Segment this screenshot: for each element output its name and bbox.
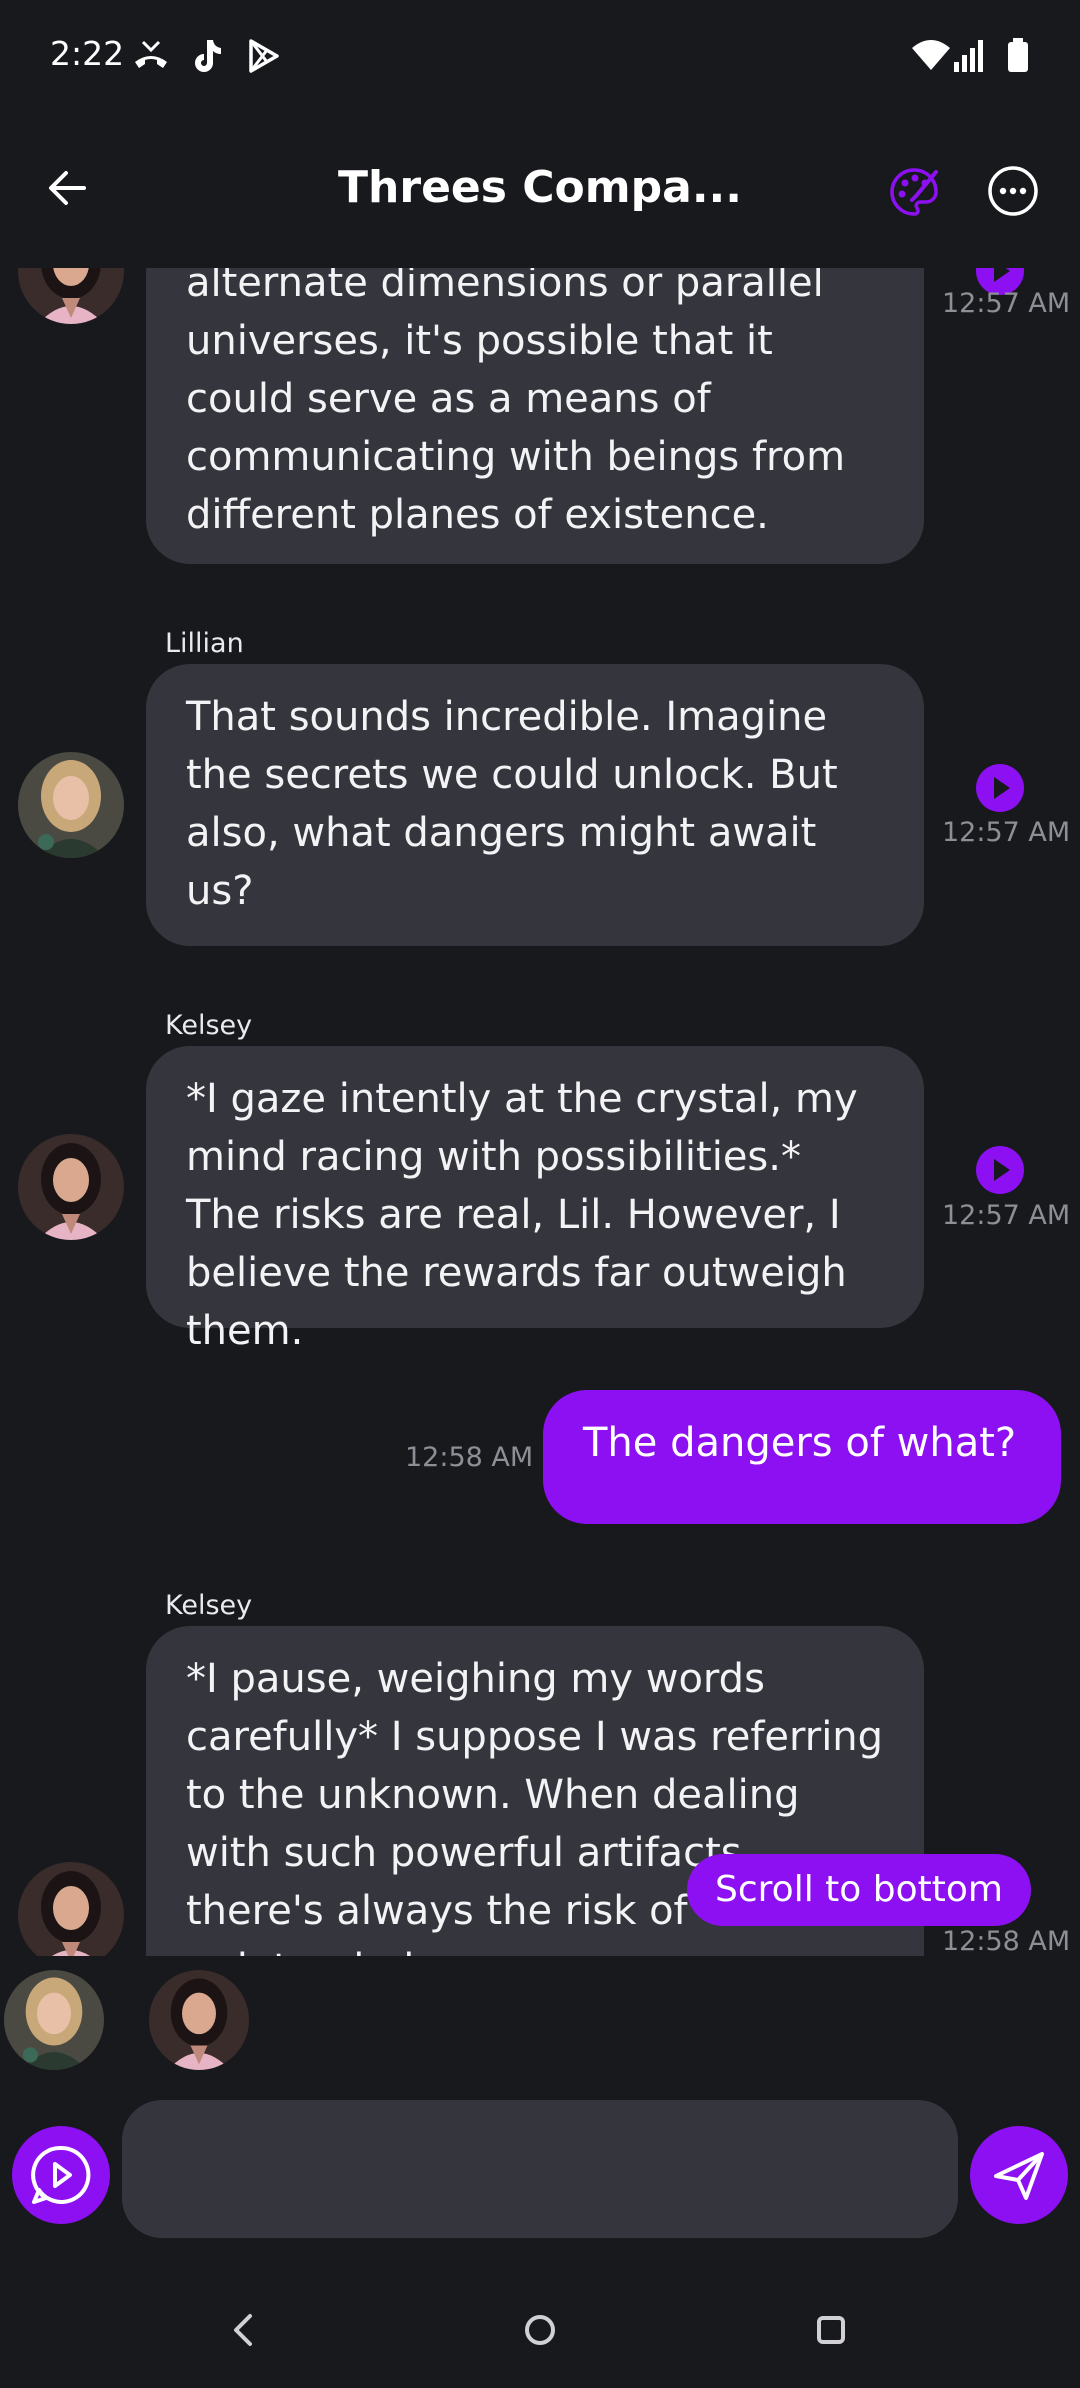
send-button[interactable] bbox=[970, 2126, 1068, 2224]
wifi-icon bbox=[912, 40, 950, 70]
back-arrow-icon[interactable] bbox=[40, 160, 96, 216]
composer bbox=[0, 2096, 1080, 2246]
scroll-to-bottom-button[interactable]: Scroll to bottom bbox=[687, 1854, 1031, 1926]
message-list[interactable]: alternate dimensions or parallel univers… bbox=[0, 268, 1080, 1956]
message-time: 12:57 AM bbox=[942, 1200, 1071, 1231]
missed-call-icon bbox=[135, 40, 167, 68]
kelsey-participant-avatar[interactable] bbox=[149, 1970, 249, 2070]
battery-icon bbox=[1008, 38, 1028, 72]
message-text: *I gaze intently at the crystal, my mind… bbox=[186, 1076, 858, 1354]
nav-recents-icon[interactable] bbox=[801, 2300, 861, 2360]
message-input[interactable] bbox=[122, 2100, 958, 2238]
message-bubble-mine[interactable]: The dangers of what? bbox=[543, 1390, 1061, 1524]
message-time: 12:57 AM bbox=[942, 817, 1071, 848]
more-options-icon[interactable] bbox=[986, 164, 1040, 218]
status-time: 2:22 bbox=[50, 34, 125, 73]
voice-chat-icon bbox=[31, 2145, 91, 2204]
lillian-participant-avatar[interactable] bbox=[4, 1970, 104, 2070]
tiktok-icon bbox=[195, 40, 221, 72]
send-icon bbox=[994, 2152, 1044, 2200]
palette-icon[interactable] bbox=[886, 164, 942, 220]
kelsey-avatar[interactable] bbox=[18, 268, 124, 324]
system-nav-bar bbox=[0, 2270, 1080, 2388]
message-bubble[interactable]: *I gaze intently at the crystal, my mind… bbox=[146, 1046, 924, 1354]
sender-name: Lillian bbox=[165, 628, 244, 659]
voice-message-button[interactable] bbox=[12, 2126, 110, 2224]
message-time: 12:58 AM bbox=[405, 1442, 534, 1473]
nav-home-icon[interactable] bbox=[510, 2300, 570, 2360]
status-bar: 2:22 bbox=[0, 0, 1080, 110]
participants-row bbox=[0, 1956, 1080, 2096]
chat-screen: 2:22 Threes Compa... alternate dimension… bbox=[0, 0, 1080, 2388]
chat-header: Threes Compa... bbox=[0, 110, 1080, 270]
message-time: 12:58 AM bbox=[942, 1926, 1071, 1956]
message-bubble[interactable]: That sounds incredible. Imagine the secr… bbox=[146, 664, 924, 946]
lillian-avatar[interactable] bbox=[18, 752, 124, 858]
message-text: alternate dimensions or parallel univers… bbox=[186, 268, 846, 538]
play-audio-icon[interactable] bbox=[975, 1145, 1025, 1195]
play-store-icon bbox=[249, 39, 279, 73]
kelsey-avatar[interactable] bbox=[18, 1134, 124, 1240]
sender-name: Kelsey bbox=[165, 1590, 253, 1621]
play-audio-icon[interactable] bbox=[975, 763, 1025, 813]
nav-back-icon[interactable] bbox=[214, 2300, 274, 2360]
sender-name: Kelsey bbox=[165, 1010, 253, 1041]
message-text: The dangers of what? bbox=[583, 1420, 1017, 1466]
signal-icon bbox=[954, 40, 983, 72]
message-text: That sounds incredible. Imagine the secr… bbox=[186, 694, 838, 914]
message-time: 12:57 AM bbox=[942, 288, 1071, 319]
chat-title[interactable]: Threes Compa... bbox=[300, 162, 780, 213]
message-bubble[interactable]: alternate dimensions or parallel univers… bbox=[146, 268, 924, 564]
kelsey-avatar[interactable] bbox=[18, 1862, 124, 1956]
